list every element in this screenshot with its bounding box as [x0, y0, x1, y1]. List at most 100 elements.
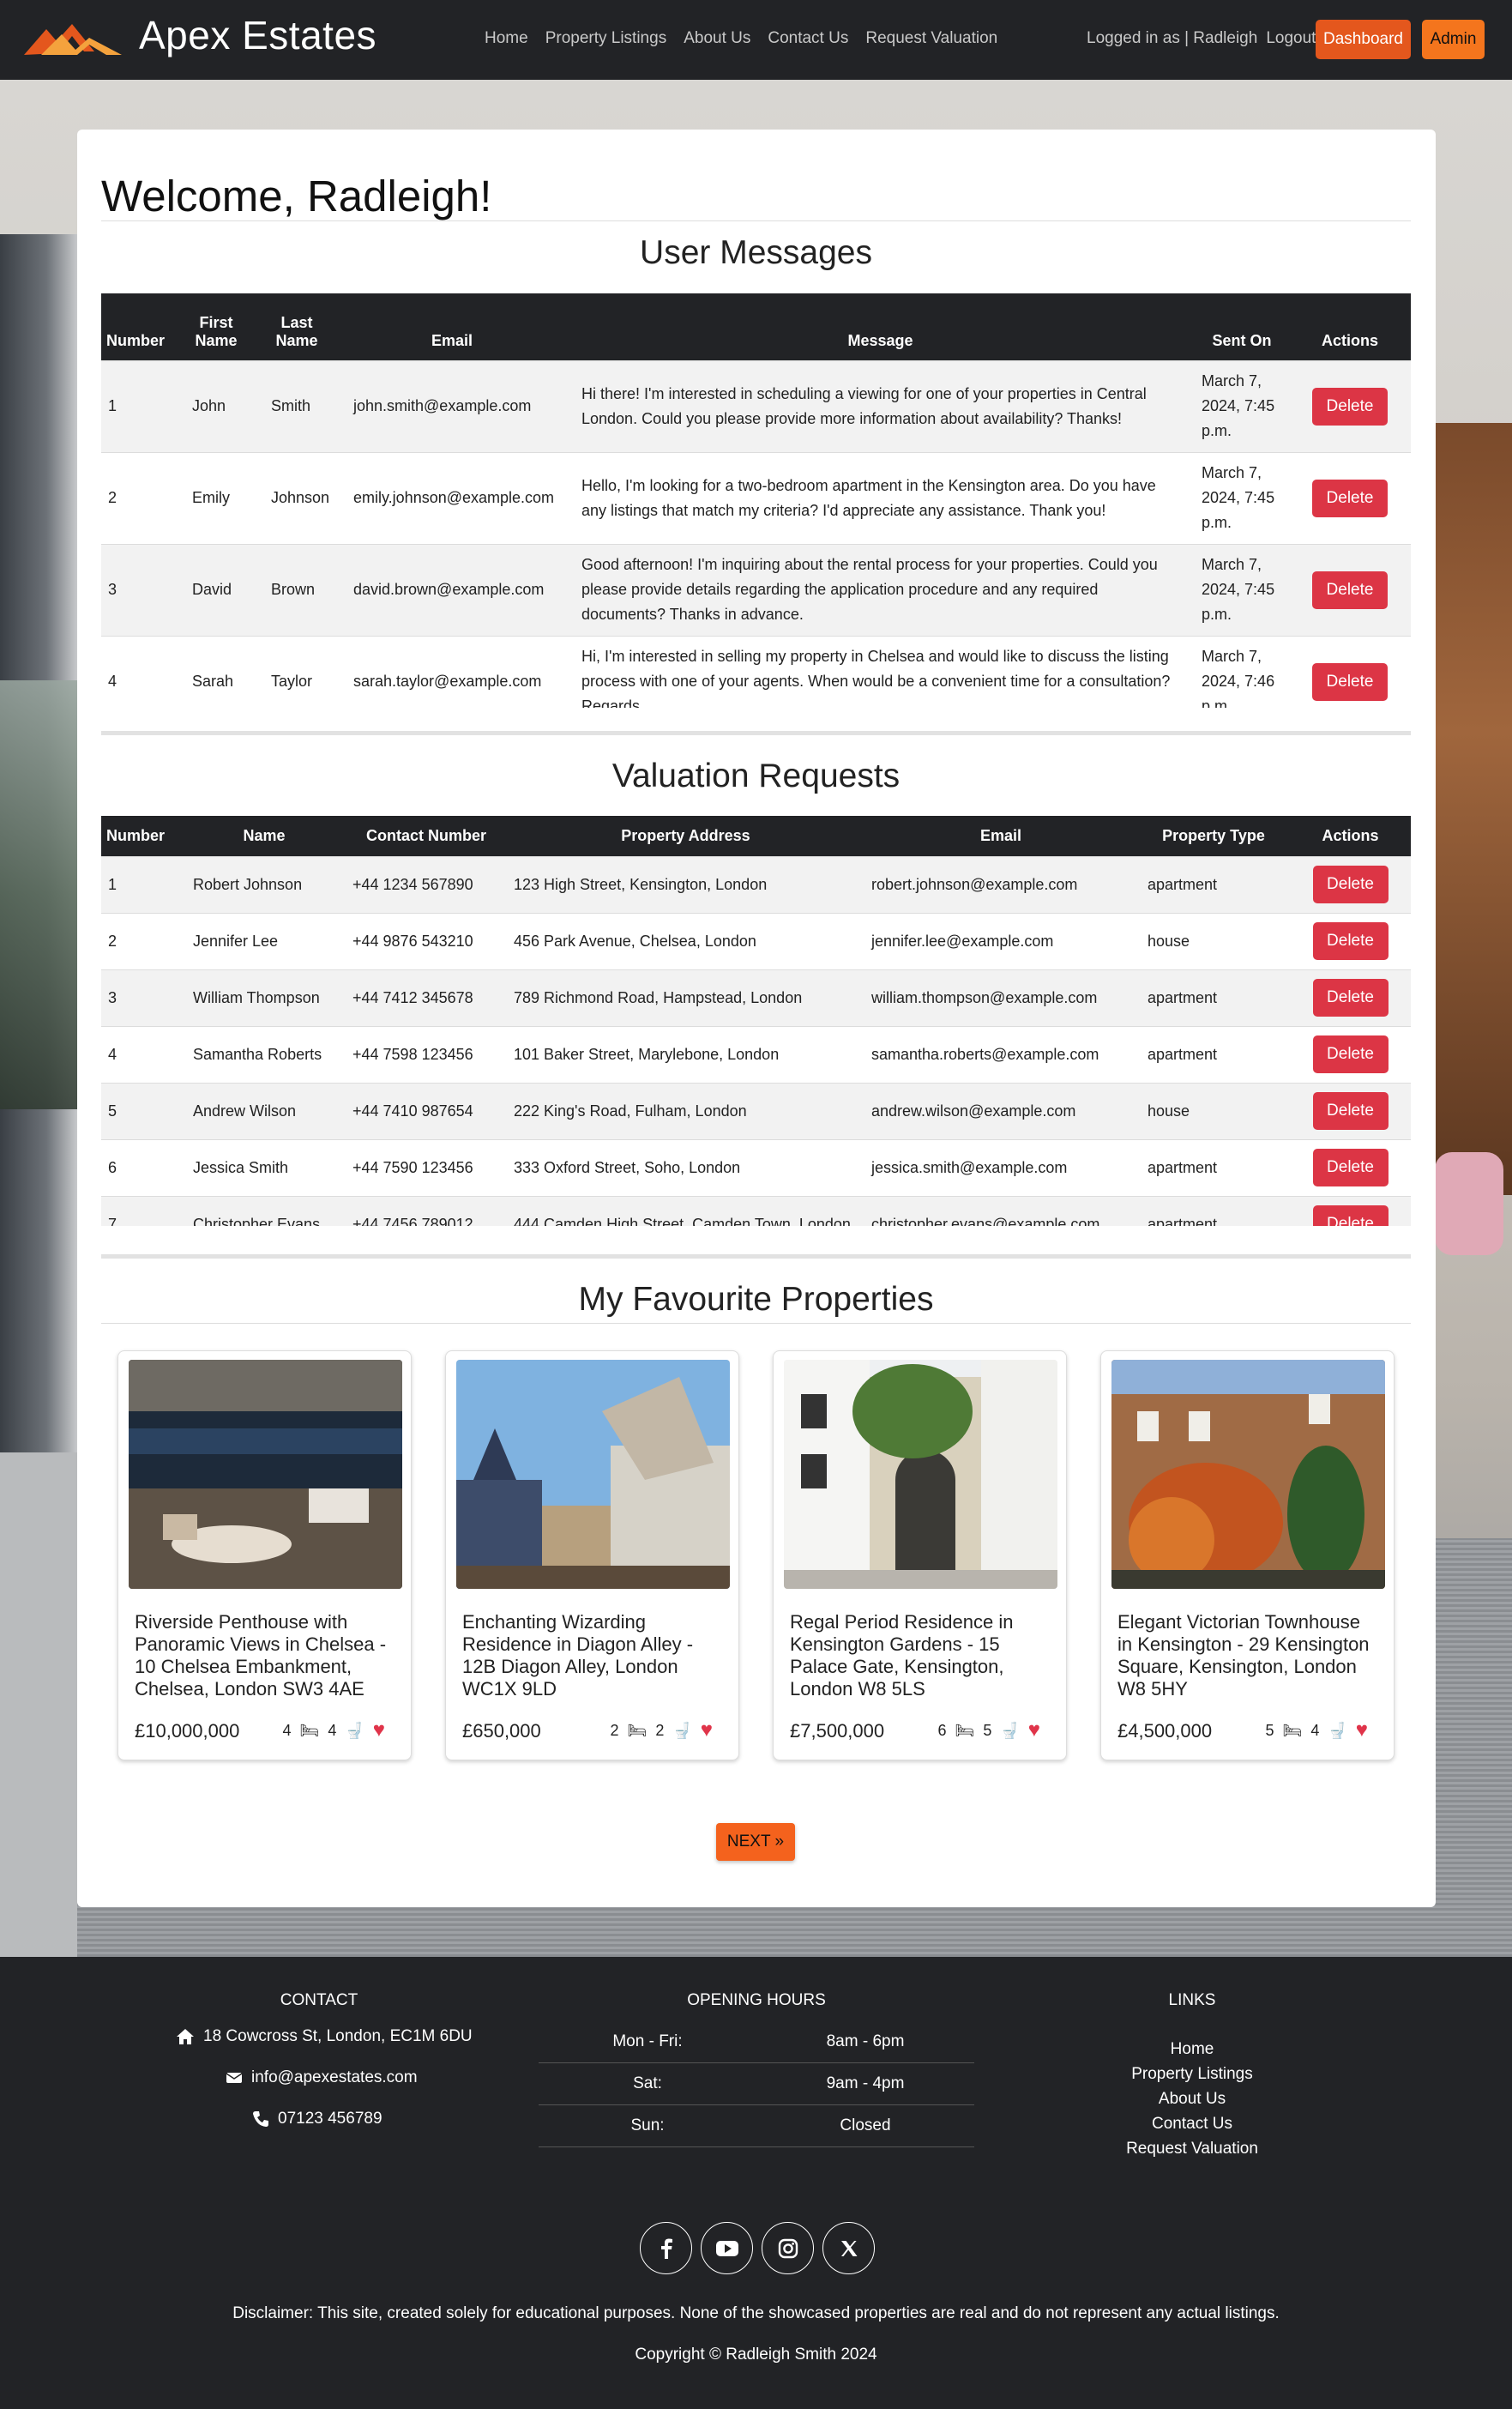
brand-name[interactable]: Apex Estates	[139, 12, 376, 58]
messages-title: User Messages	[640, 234, 872, 271]
cell-message: Hello, I'm looking for a two-bedroom apa…	[566, 451, 1195, 544]
opening-hours-table: Mon - Fri: 8am - 6pm Sat: 9am - 4pm Sun: Cl…	[539, 2021, 974, 2147]
cell-contact-number: +44 1234 567890	[346, 855, 507, 913]
property-title[interactable]: Riverside Penthouse with Panoramic Views…	[135, 1611, 396, 1700]
logout-link[interactable]: Logout	[1266, 29, 1316, 48]
delete-button[interactable]: Delete	[1312, 479, 1388, 517]
heart-icon[interactable]: ♥	[373, 1718, 385, 1742]
hours-day: Mon - Fri:	[612, 2032, 683, 2050]
delete-button[interactable]: Delete	[1312, 979, 1389, 1017]
cell-property-type: apartment	[1137, 1195, 1290, 1226]
property-card[interactable]: Riverside Penthouse with Panoramic Views…	[117, 1350, 412, 1760]
next-page-button[interactable]: NEXT »	[716, 1823, 795, 1861]
admin-button[interactable]: Admin	[1422, 20, 1485, 59]
cell-last-name: Smith	[256, 359, 338, 452]
property-card[interactable]: Regal Period Residence in Kensington Gar…	[773, 1350, 1067, 1760]
col-email: Email	[864, 816, 1137, 856]
property-image[interactable]	[129, 1360, 402, 1589]
hours-time: 8am - 6pm	[826, 2032, 905, 2050]
bath-count: 5	[983, 1721, 992, 1739]
bed-count: 5	[1265, 1721, 1274, 1739]
cell-email: andrew.wilson@example.com	[864, 1082, 1137, 1139]
footer-link-home[interactable]: Home	[1106, 2037, 1278, 2062]
cell-first-name: David	[177, 543, 256, 636]
favourites-title: My Favourite Properties	[578, 1281, 934, 1318]
table-row: 3 David Brown david.brown@example.com Go…	[101, 543, 1411, 636]
hours-time: Closed	[840, 2116, 891, 2134]
x-twitter-icon[interactable]	[822, 2222, 875, 2274]
contact-email-text[interactable]: info@apexestates.com	[251, 2068, 418, 2087]
mountain-logo-icon[interactable]	[24, 21, 122, 57]
youtube-icon[interactable]	[701, 2222, 753, 2274]
property-title[interactable]: Elegant Victorian Townhouse in Kensingto…	[1117, 1611, 1379, 1700]
delete-button[interactable]: Delete	[1312, 662, 1388, 701]
cell-number: 3	[101, 543, 177, 636]
nav-link-property-listings[interactable]: Property Listings	[545, 29, 667, 48]
property-price: £10,000,000	[135, 1720, 240, 1742]
hours-day: Sat:	[633, 2074, 662, 2092]
property-image[interactable]	[784, 1360, 1057, 1589]
bed-count: 4	[282, 1721, 292, 1739]
cell-email: emily.johnson@example.com	[338, 451, 566, 544]
instagram-icon[interactable]	[762, 2222, 814, 2274]
footer-link-about-us[interactable]: About Us	[1106, 2086, 1278, 2111]
table-row: 1 Robert Johnson +44 1234 567890 123 Hig…	[101, 855, 1411, 913]
property-card[interactable]: Elegant Victorian Townhouse in Kensingto…	[1100, 1350, 1395, 1760]
cell-contact-number: +44 7456 789012	[346, 1195, 507, 1226]
messages-scroll-area[interactable]: Number First Name Last Name Email Messag…	[101, 293, 1411, 708]
facebook-icon[interactable]	[640, 2222, 692, 2274]
property-card[interactable]: Enchanting Wizarding Residence in Diagon…	[445, 1350, 739, 1760]
contact-phone-text: 07123 456789	[278, 2110, 383, 2128]
nav-link-about-us[interactable]: About Us	[684, 29, 750, 48]
valuations-scroll-area[interactable]: Number Name Contact Number Property Addr…	[101, 816, 1411, 1226]
delete-button[interactable]: Delete	[1312, 1149, 1389, 1186]
links-title: LINKS	[1168, 1991, 1216, 2009]
bath-count: 4	[328, 1721, 337, 1739]
cell-property-type: apartment	[1137, 1138, 1290, 1196]
bath-count: 2	[655, 1721, 665, 1739]
footer-link-property-listings[interactable]: Property Listings	[1106, 2062, 1278, 2086]
property-title[interactable]: Enchanting Wizarding Residence in Diagon…	[462, 1611, 724, 1700]
delete-button[interactable]: Delete	[1312, 866, 1389, 903]
nav-link-contact-us[interactable]: Contact Us	[768, 29, 848, 48]
col-first-name: First Name	[177, 293, 256, 360]
property-title[interactable]: Regal Period Residence in Kensington Gar…	[790, 1611, 1051, 1700]
property-price: £7,500,000	[790, 1720, 885, 1742]
delete-button[interactable]: Delete	[1312, 1035, 1389, 1073]
heart-icon[interactable]: ♥	[701, 1718, 713, 1742]
nav-link-request-valuation[interactable]: Request Valuation	[865, 29, 997, 48]
heart-icon[interactable]: ♥	[1356, 1718, 1368, 1742]
footer-link-request-valuation[interactable]: Request Valuation	[1106, 2136, 1278, 2161]
delete-button[interactable]: Delete	[1312, 1092, 1389, 1130]
cell-property-type: house	[1137, 1082, 1290, 1139]
property-image[interactable]	[1111, 1360, 1385, 1589]
contact-title: CONTACT	[280, 1991, 358, 2009]
property-price: £4,500,000	[1117, 1720, 1213, 1742]
delete-button[interactable]: Delete	[1312, 387, 1388, 426]
col-email: Email	[338, 293, 566, 360]
contact-address-text: 18 Cowcross St, London, EC1M 6DU	[203, 2027, 473, 2045]
nav-link-home[interactable]: Home	[485, 29, 528, 48]
footer-link-contact-us[interactable]: Contact Us	[1106, 2111, 1278, 2136]
property-image[interactable]	[456, 1360, 730, 1589]
cell-property-type: apartment	[1137, 855, 1290, 913]
col-name: Name	[183, 816, 346, 856]
hours-row: Sat: 9am - 4pm	[539, 2063, 974, 2105]
home-icon	[177, 2029, 194, 2044]
valuations-title: Valuation Requests	[611, 758, 901, 794]
cell-last-name: Taylor	[256, 635, 338, 708]
section-divider	[101, 1254, 1411, 1259]
dashboard-button[interactable]: Dashboard	[1316, 20, 1411, 59]
dashboard-card: Welcome, Radleigh! User Messages Number …	[77, 130, 1436, 1907]
col-property-type: Property Type	[1137, 816, 1290, 856]
cell-number: 4	[101, 635, 177, 708]
delete-button[interactable]: Delete	[1312, 1205, 1389, 1226]
bed-count: 6	[937, 1721, 947, 1739]
delete-button[interactable]: Delete	[1312, 571, 1388, 609]
cell-name: Jessica Smith	[183, 1138, 346, 1196]
cell-sent-on: March 7, 2024, 7:46 p.m.	[1195, 635, 1289, 708]
heart-icon[interactable]: ♥	[1028, 1718, 1040, 1742]
cell-message: Hi there! I'm interested in scheduling a…	[566, 359, 1195, 452]
social-links	[640, 2222, 875, 2274]
delete-button[interactable]: Delete	[1312, 922, 1389, 960]
